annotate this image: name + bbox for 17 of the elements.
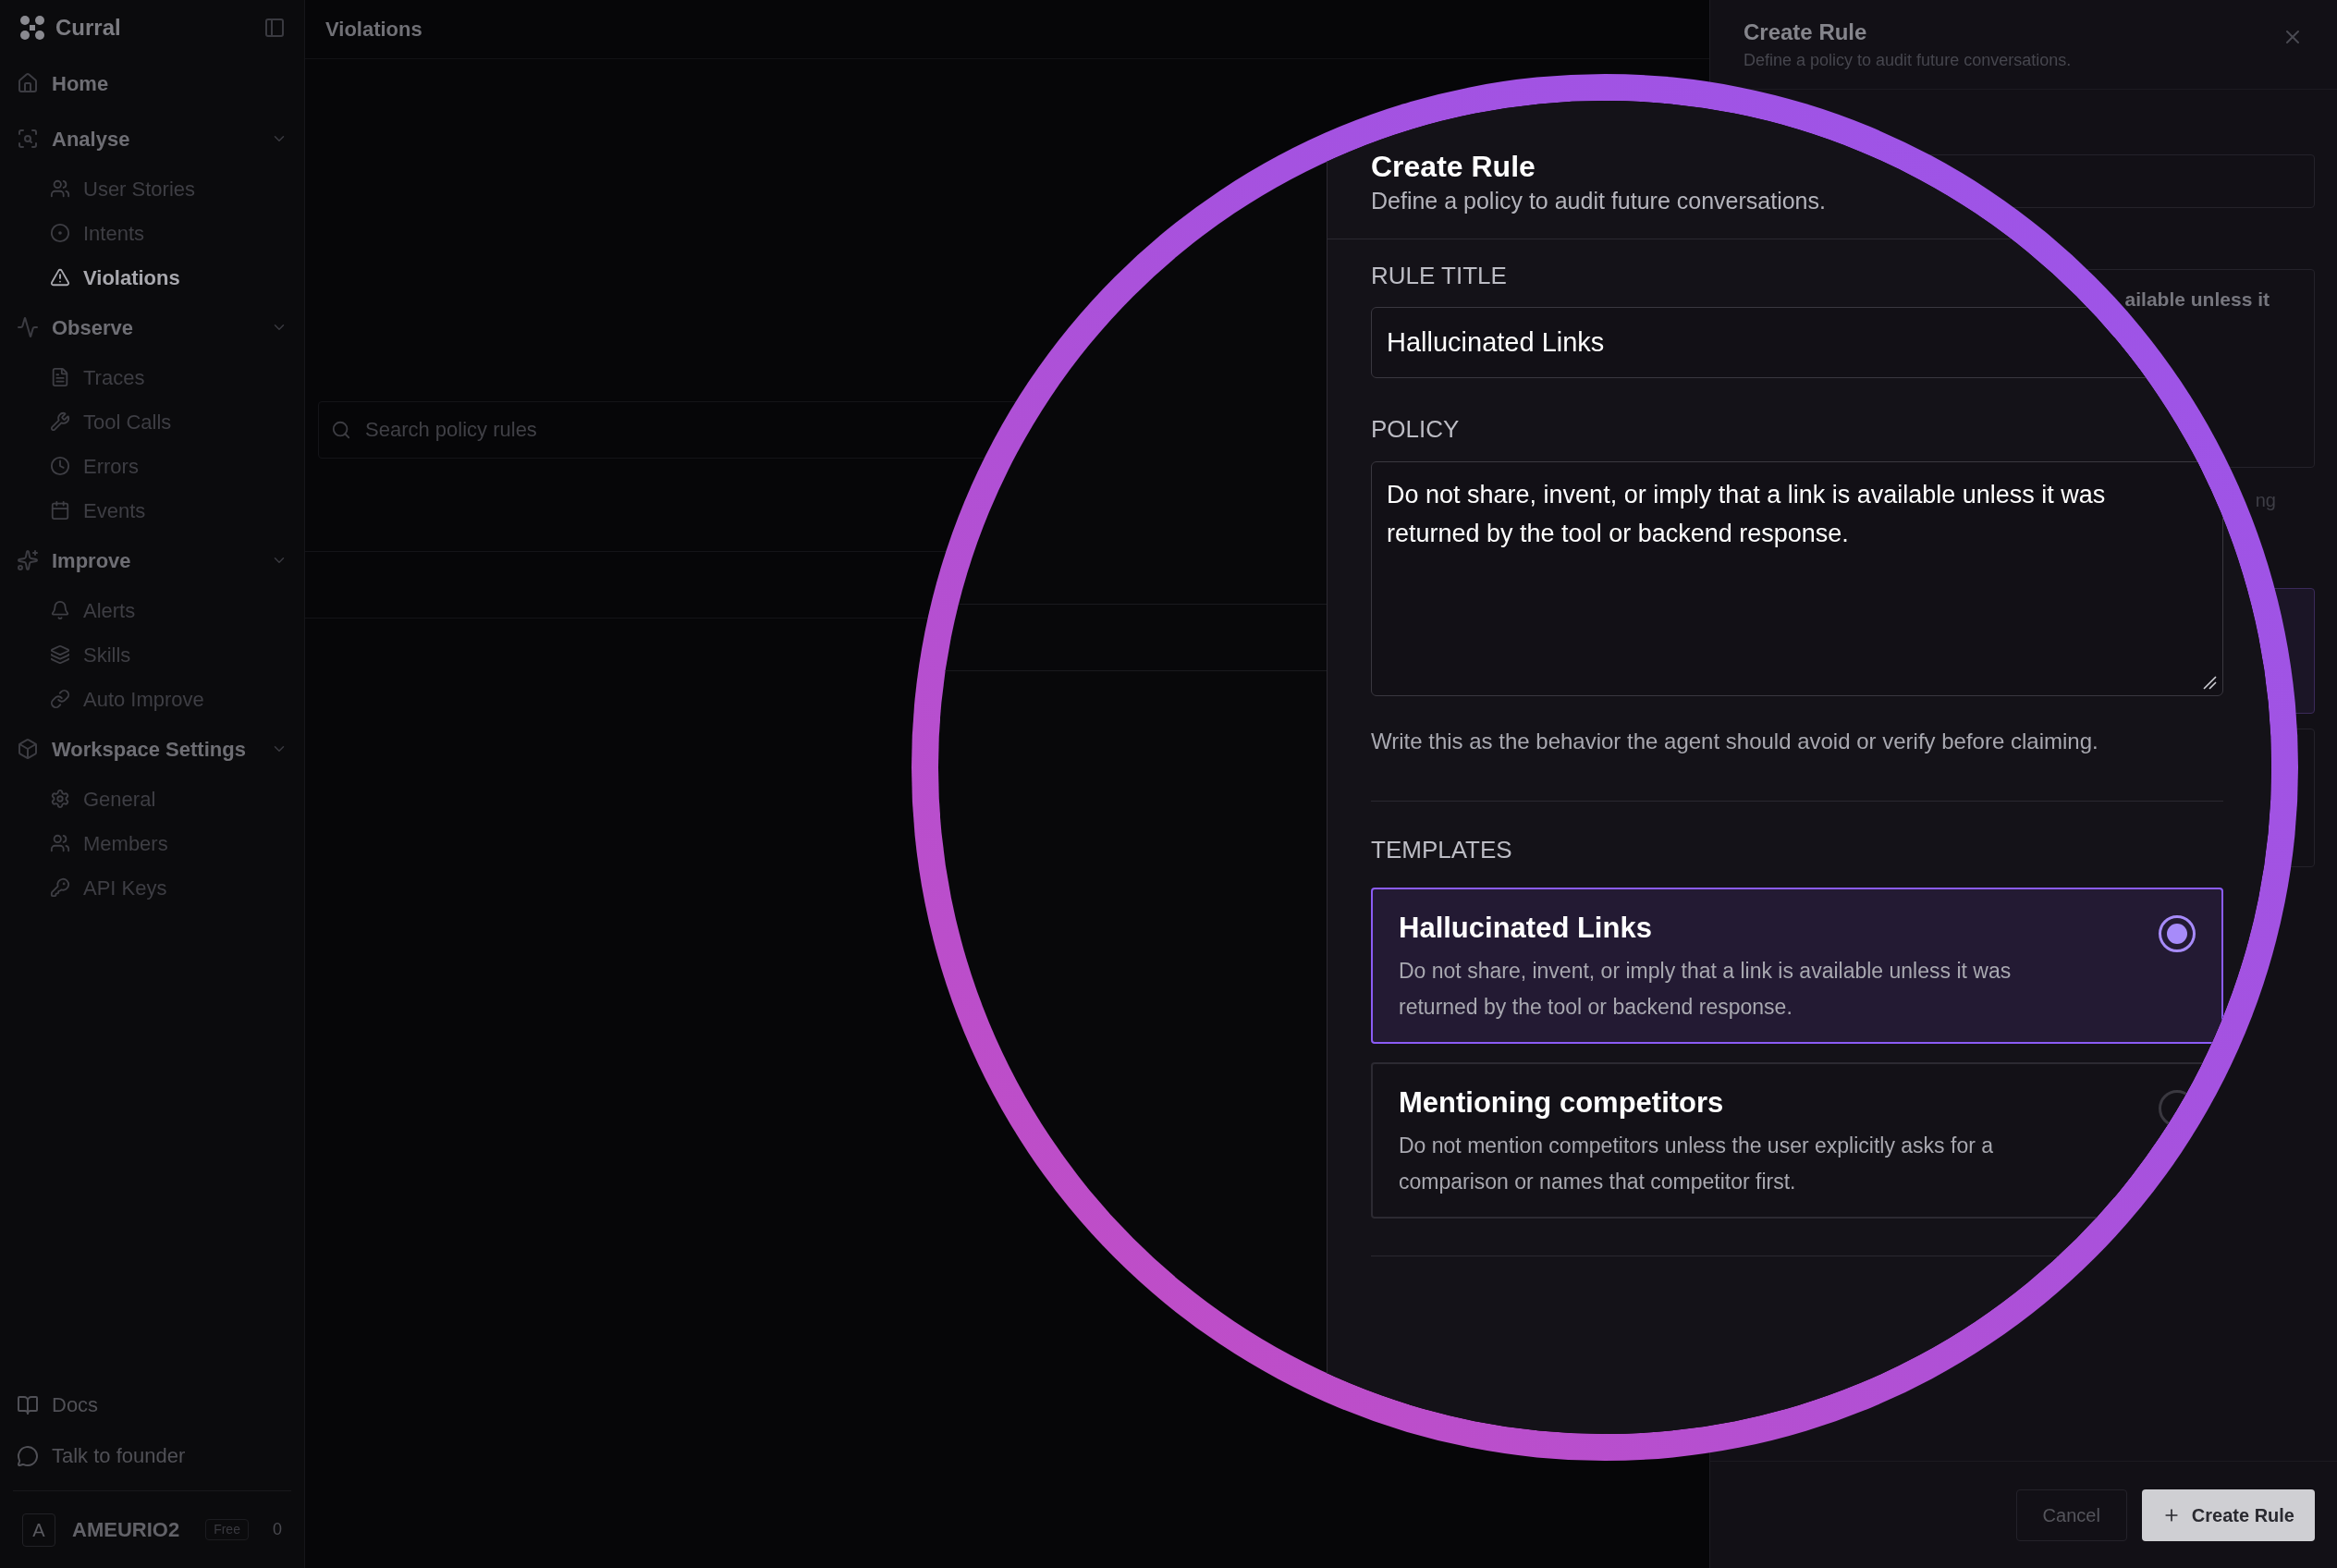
template-title: Mentioning competitors [1399, 1085, 1725, 1121]
field-label: POLICY [1371, 414, 1461, 445]
page-title: Violations [325, 17, 422, 43]
avatar: A [22, 1513, 55, 1547]
template-description: Do not mention competitors unless the user explicitly asks for a comparison or names that competitor first. [1399, 1133, 1994, 1195]
drawer-title: Create Rule [1744, 18, 1868, 46]
zoomed-subtitle: Define a policy to audit future conversations. [1371, 187, 1826, 215]
hint-text: Write this as the behavior the agent should avoid or verify before claiming. [1371, 728, 2099, 755]
brand-name: Curral [55, 14, 121, 42]
zoomed-title: Create Rule [1371, 149, 1536, 185]
field-label: RULE TITLE [1371, 261, 1508, 291]
drawer-subtitle: Define a policy to audit future conversations. [1744, 50, 2072, 71]
section-label: TEMPLATES [1371, 835, 1513, 865]
count: 0 [273, 1519, 282, 1540]
account-name: AMEURIO2 [72, 1517, 180, 1543]
template-description: Do not share, invent, or imply that a link is available unless it was returned by the tool or backend response. [1399, 958, 2013, 1021]
template-title: Hallucinated Links [1399, 911, 1653, 946]
